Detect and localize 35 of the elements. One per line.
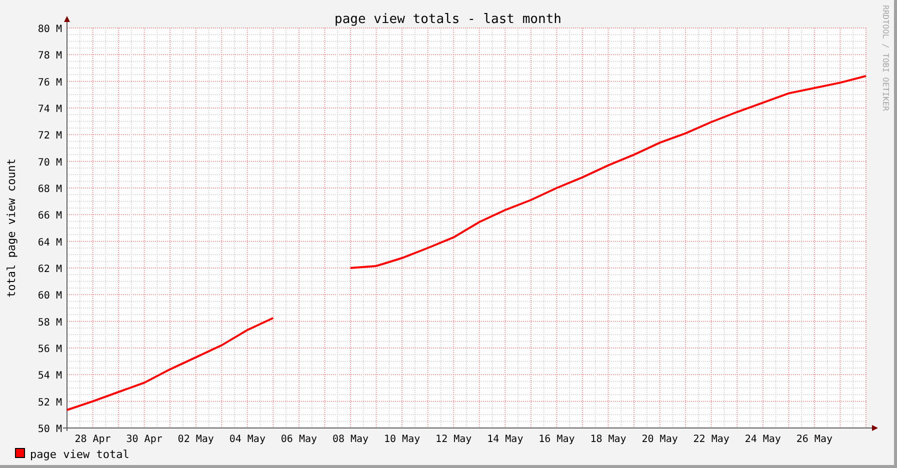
x-tick-label: 26 May bbox=[796, 434, 833, 445]
x-tick-label: 14 May bbox=[487, 434, 524, 445]
y-tick-label: 52 M bbox=[38, 397, 62, 408]
x-tick-label: 12 May bbox=[436, 434, 472, 445]
y-tick-label: 58 M bbox=[38, 317, 62, 328]
y-tick-label: 54 M bbox=[38, 370, 62, 382]
y-tick-label: 70 M bbox=[38, 157, 62, 168]
x-tick-label: 28 Apr bbox=[74, 434, 111, 445]
x-tick-label: 10 May bbox=[384, 434, 420, 445]
credit-text: RRDTOOL / TOBI OETIKER bbox=[881, 5, 890, 111]
y-tick-label: 66 M bbox=[38, 210, 62, 222]
y-tick-label: 78 M bbox=[38, 50, 62, 62]
y-tick-label: 72 M bbox=[38, 130, 62, 142]
y-tick-label: 74 M bbox=[38, 104, 62, 115]
y-tick-label: 64 M bbox=[38, 237, 62, 248]
y-tick-label: 56 M bbox=[38, 344, 62, 355]
x-tick-label: 02 May bbox=[178, 434, 214, 445]
y-tick-label: 62 M bbox=[38, 264, 62, 275]
legend-label: page view total bbox=[30, 448, 130, 461]
x-tick-label: 18 May bbox=[590, 434, 626, 445]
x-tick-label: 06 May bbox=[280, 434, 318, 445]
x-tick-label: 24 May bbox=[744, 434, 781, 445]
chart-title: page view totals - last month bbox=[334, 12, 562, 27]
y-axis-label: total page view count bbox=[5, 158, 18, 298]
x-tick-label: 08 May bbox=[332, 434, 369, 445]
y-tick-label: 60 M bbox=[38, 290, 62, 302]
x-tick-label: 04 May bbox=[229, 434, 266, 445]
y-tick-label: 50 M bbox=[38, 424, 62, 435]
y-tick-label: 80 M bbox=[38, 24, 62, 35]
y-tick-label: 76 M bbox=[38, 77, 62, 88]
x-tick-label: 30 Apr bbox=[126, 434, 162, 445]
x-tick-label: 20 May bbox=[642, 434, 678, 445]
x-tick-label: 16 May bbox=[538, 434, 575, 445]
x-tick-label: 22 May bbox=[693, 434, 730, 445]
y-tick-label: 68 M bbox=[38, 184, 62, 195]
